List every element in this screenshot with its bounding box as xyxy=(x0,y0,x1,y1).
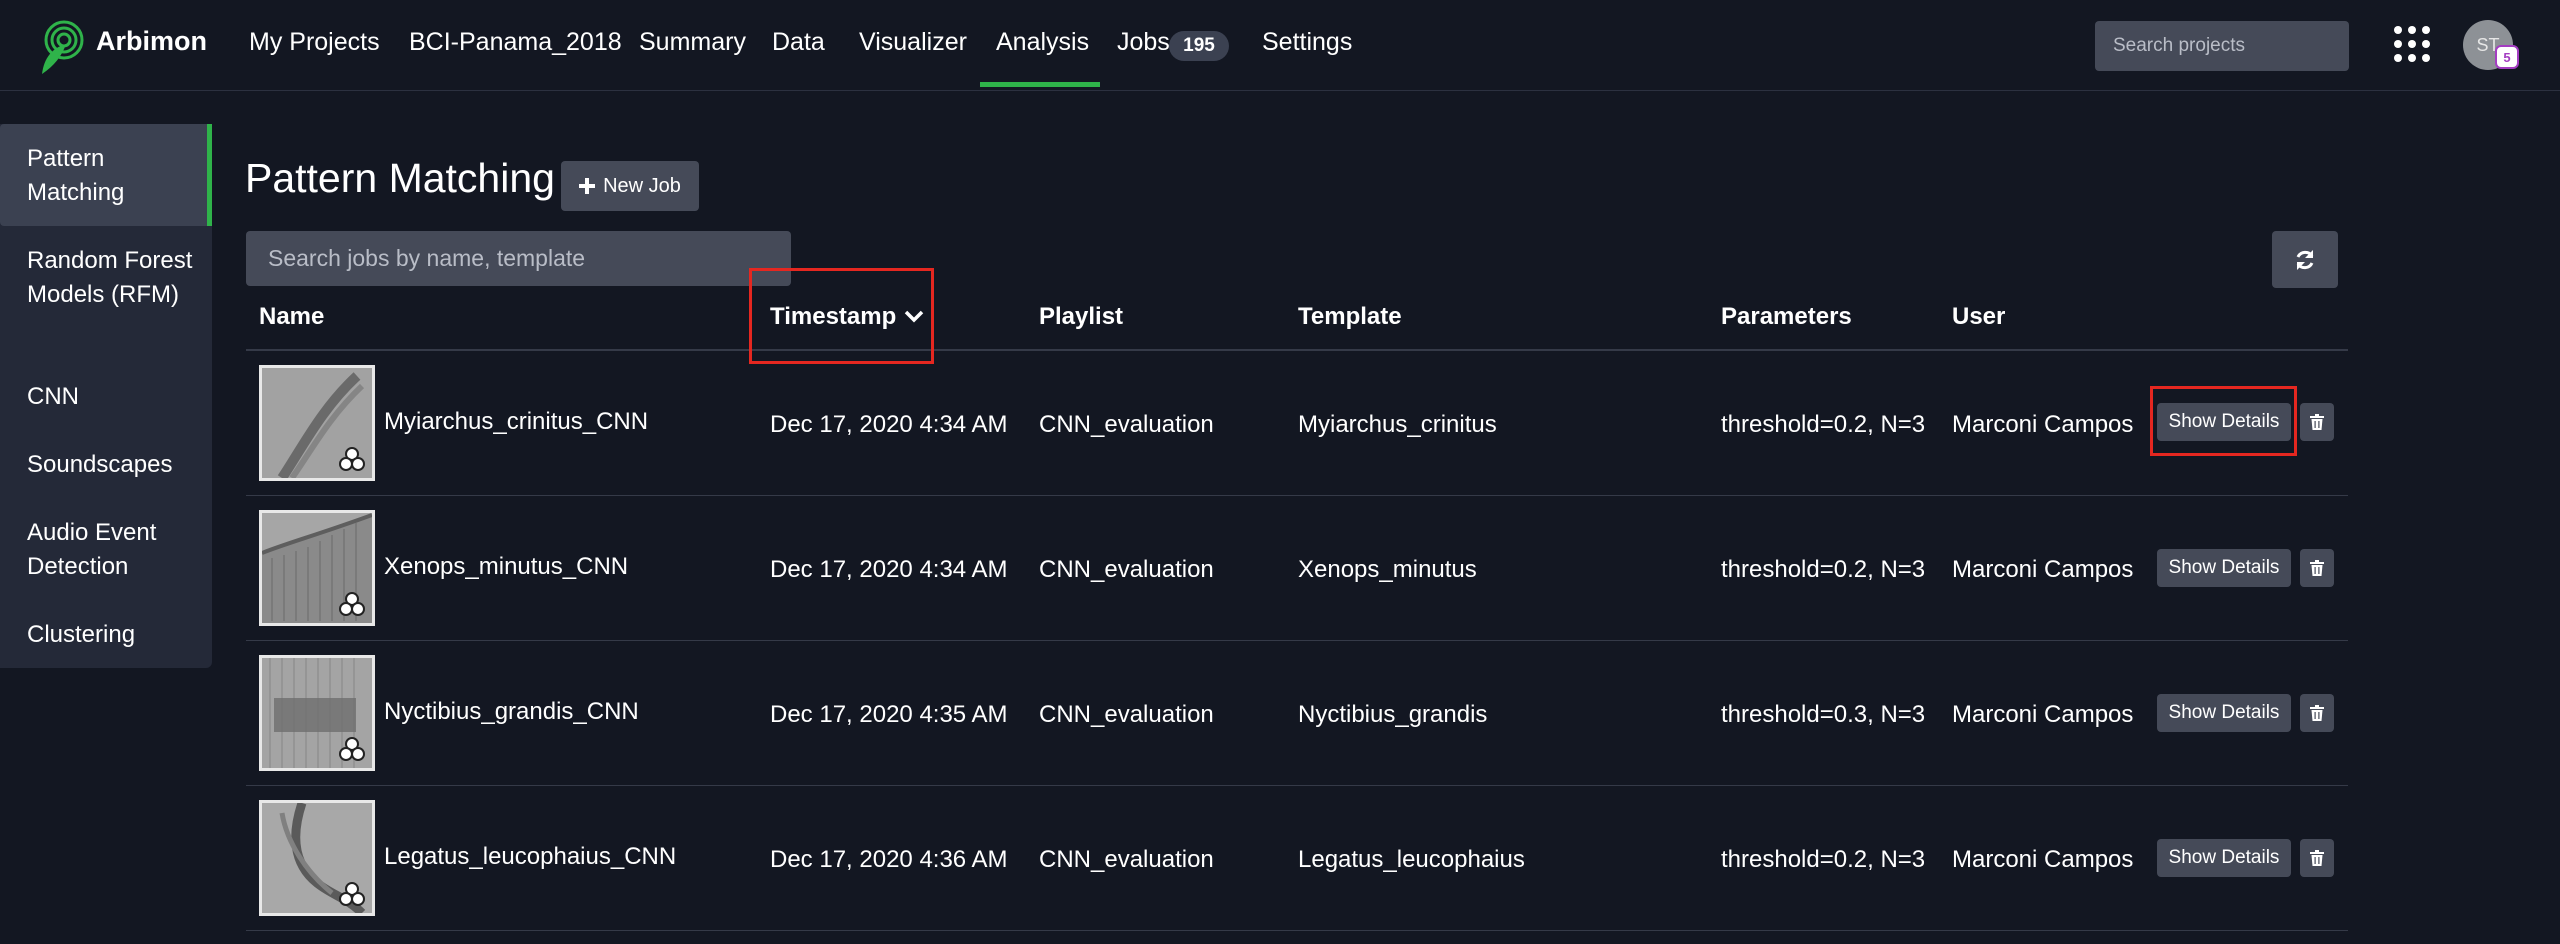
new-job-label: New Job xyxy=(603,174,681,197)
delete-job-button[interactable] xyxy=(2300,839,2334,877)
nav-summary[interactable]: Summary xyxy=(639,28,746,57)
nav-project-name[interactable]: BCI-Panama_2018 xyxy=(409,28,622,57)
column-header-parameters[interactable]: Parameters xyxy=(1721,303,1852,331)
job-template: Nyctibius_grandis xyxy=(1298,701,1488,728)
refresh-icon xyxy=(2296,249,2314,270)
delete-job-button[interactable] xyxy=(2300,549,2334,587)
row-divider xyxy=(246,930,2348,931)
layers-icon xyxy=(339,882,365,906)
job-playlist: CNN_evaluation xyxy=(1039,411,1214,438)
layers-icon xyxy=(339,737,365,761)
sidebar-item-audio-event-detection[interactable]: Audio Event Detection xyxy=(0,516,212,584)
job-template: Legatus_leucophaius xyxy=(1298,846,1525,873)
job-parameters: threshold=0.2, N=3 xyxy=(1721,846,1926,873)
timestamp-highlight-box xyxy=(749,268,934,364)
job-playlist: CNN_evaluation xyxy=(1039,556,1214,583)
arbimon-logo-icon[interactable] xyxy=(36,18,86,78)
job-user: Marconi Campos xyxy=(1952,556,2134,583)
trash-icon xyxy=(2310,560,2324,576)
job-playlist: CNN_evaluation xyxy=(1039,846,1214,873)
template-thumbnail[interactable] xyxy=(259,365,375,481)
job-name[interactable]: Legatus_leucophaius_CNN xyxy=(384,843,676,871)
column-header-template[interactable]: Template xyxy=(1298,303,1402,331)
jobs-count-badge: 195 xyxy=(1169,31,1229,61)
sidebar-item-label: Pattern Matching xyxy=(27,145,125,206)
job-template: Xenops_minutus xyxy=(1298,556,1477,583)
page-title: Pattern Matching xyxy=(245,155,555,201)
sidebar-item-label: Random Forest Models (RFM) xyxy=(27,247,193,308)
table-header-divider xyxy=(246,349,2348,351)
sidebar-item-label: Clustering xyxy=(27,621,136,648)
trash-icon xyxy=(2310,705,2324,721)
job-parameters: threshold=0.3, N=3 xyxy=(1721,701,1926,728)
nav-settings[interactable]: Settings xyxy=(1262,28,1352,57)
nav-jobs[interactable]: Jobs xyxy=(1117,28,1170,57)
job-name[interactable]: Myiarchus_crinitus_CNN xyxy=(384,408,648,436)
show-details-button[interactable]: Show Details xyxy=(2157,549,2291,587)
avatar-badge-icon: 5 xyxy=(2495,45,2519,69)
trash-icon xyxy=(2310,850,2324,866)
refresh-button[interactable] xyxy=(2272,231,2338,288)
job-parameters: threshold=0.2, N=3 xyxy=(1721,411,1926,438)
nav-analysis[interactable]: Analysis xyxy=(996,28,1089,57)
template-thumbnail[interactable] xyxy=(259,510,375,626)
job-user: Marconi Campos xyxy=(1952,846,2134,873)
trash-icon xyxy=(2310,414,2324,430)
search-jobs-input[interactable] xyxy=(246,231,791,286)
sidebar-item-label: CNN xyxy=(27,383,79,410)
delete-job-button[interactable] xyxy=(2300,694,2334,732)
job-timestamp: Dec 17, 2020 4:35 AM xyxy=(770,701,1008,728)
sidebar-item-label: Audio Event Detection xyxy=(27,519,157,580)
layers-icon xyxy=(339,447,365,471)
new-job-button[interactable]: New Job xyxy=(561,161,699,211)
column-header-user[interactable]: User xyxy=(1952,303,2005,331)
row-divider xyxy=(246,640,2348,641)
plus-icon xyxy=(579,178,596,194)
sidebar-item-rfm[interactable]: Random Forest Models (RFM) xyxy=(0,244,212,312)
job-name[interactable]: Xenops_minutus_CNN xyxy=(384,553,628,581)
job-timestamp: Dec 17, 2020 4:34 AM xyxy=(770,411,1008,438)
nav-visualizer[interactable]: Visualizer xyxy=(859,28,967,57)
job-name[interactable]: Nyctibius_grandis_CNN xyxy=(384,698,639,726)
nav-active-indicator xyxy=(980,82,1100,87)
top-navigation-bar: Arbimon My Projects BCI-Panama_2018 Summ… xyxy=(0,0,2560,91)
sidebar-item-soundscapes[interactable]: Soundscapes xyxy=(0,448,212,482)
job-timestamp: Dec 17, 2020 4:34 AM xyxy=(770,556,1008,583)
sidebar-item-pattern-matching[interactable]: Pattern Matching xyxy=(0,124,212,226)
sidebar-item-cnn[interactable]: CNN xyxy=(0,380,212,414)
column-header-playlist[interactable]: Playlist xyxy=(1039,303,1123,331)
row-divider xyxy=(246,785,2348,786)
job-timestamp: Dec 17, 2020 4:36 AM xyxy=(770,846,1008,873)
nav-my-projects[interactable]: My Projects xyxy=(249,28,380,57)
job-user: Marconi Campos xyxy=(1952,701,2134,728)
analysis-sidebar: Pattern Matching Random Forest Models (R… xyxy=(0,124,212,668)
brand-name[interactable]: Arbimon xyxy=(96,26,207,57)
job-user: Marconi Campos xyxy=(1952,411,2134,438)
column-header-name[interactable]: Name xyxy=(259,303,324,331)
show-details-button[interactable]: Show Details xyxy=(2157,839,2291,877)
template-thumbnail[interactable] xyxy=(259,655,375,771)
row-divider xyxy=(246,495,2348,496)
job-template: Myiarchus_crinitus xyxy=(1298,411,1497,438)
apps-grid-icon[interactable] xyxy=(2394,26,2430,62)
sidebar-item-label: Soundscapes xyxy=(27,451,173,478)
sidebar-item-clustering[interactable]: Clustering xyxy=(0,618,212,652)
layers-icon xyxy=(339,592,365,616)
job-parameters: threshold=0.2, N=3 xyxy=(1721,556,1926,583)
nav-data[interactable]: Data xyxy=(772,28,825,57)
search-projects-input[interactable] xyxy=(2095,21,2349,71)
template-thumbnail[interactable] xyxy=(259,800,375,916)
show-details-button[interactable]: Show Details xyxy=(2157,403,2291,441)
job-playlist: CNN_evaluation xyxy=(1039,701,1214,728)
delete-job-button[interactable] xyxy=(2300,403,2334,441)
show-details-button[interactable]: Show Details xyxy=(2157,694,2291,732)
